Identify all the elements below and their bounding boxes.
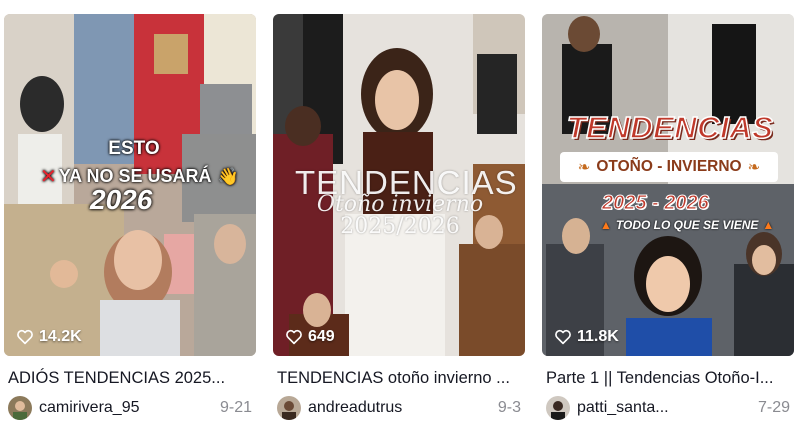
- overlay-line-1: TENDENCIAS: [566, 109, 774, 146]
- post-date: 7-29: [757, 399, 790, 416]
- video-thumbnail[interactable]: TENDENCIAS Otoño invierno 2025/2026 649: [273, 14, 525, 356]
- overlay-line-3: 2026: [90, 184, 153, 215]
- post-date: 9-21: [219, 399, 252, 416]
- video-title[interactable]: Parte 1 || Tendencias Otoño-I...: [542, 367, 787, 389]
- avatar[interactable]: [8, 396, 32, 420]
- overlay-line-3: 2025 - 2026: [602, 192, 710, 215]
- heart-icon: [555, 329, 571, 345]
- play-count: 649: [285, 328, 335, 346]
- fire-icon: ▲: [762, 218, 775, 232]
- username-link[interactable]: camirivera_95: [39, 399, 220, 417]
- heart-icon: [286, 329, 302, 345]
- video-title[interactable]: TENDENCIAS otoño invierno ...: [273, 367, 518, 389]
- heart-icon: [17, 329, 33, 345]
- post-date: 9-3: [497, 399, 521, 416]
- video-meta: camirivera_95 9-21: [4, 395, 256, 421]
- avatar[interactable]: [546, 396, 570, 420]
- play-count-value: 649: [308, 328, 335, 345]
- waving-hand-icon: 👋: [217, 166, 239, 186]
- video-meta: andreadutrus 9-3: [273, 395, 525, 421]
- video-thumbnail[interactable]: ESTO ✕ YA NO SE USARÁ 👋 2026 14.2K: [4, 14, 256, 356]
- video-card[interactable]: TENDENCIAS Otoño invierno 2025/2026 649 …: [273, 14, 525, 421]
- video-thumbnail[interactable]: TENDENCIAS ❧ OTOÑO - INVIERNO ❧ 2025 - 2…: [542, 14, 794, 356]
- play-count-value: 11.8K: [577, 328, 619, 345]
- overlay-line-2: ❧ OTOÑO - INVIERNO ❧: [560, 152, 778, 182]
- play-count: 14.2K: [16, 328, 82, 346]
- play-count: 11.8K: [554, 328, 619, 346]
- play-count-value: 14.2K: [39, 328, 82, 345]
- username-link[interactable]: patti_santa...: [577, 399, 758, 417]
- overlay-text: OTOÑO - INVIERNO: [596, 158, 742, 175]
- fire-icon: ▲: [600, 218, 612, 232]
- video-grid: ESTO ✕ YA NO SE USARÁ 👋 2026 14.2K ADIÓS…: [0, 0, 800, 430]
- cross-icon: ✕: [40, 166, 57, 188]
- video-card[interactable]: ESTO ✕ YA NO SE USARÁ 👋 2026 14.2K ADIÓS…: [4, 14, 256, 421]
- video-card[interactable]: TENDENCIAS ❧ OTOÑO - INVIERNO ❧ 2025 - 2…: [542, 14, 794, 421]
- video-title[interactable]: ADIÓS TENDENCIAS 2025...: [4, 367, 249, 389]
- leaf-icon: ❧: [747, 159, 761, 176]
- overlay-line-1: ESTO: [108, 138, 160, 159]
- overlay-line-4: ▲ TODO LO QUE SE VIENE ▲: [600, 218, 774, 232]
- username-link[interactable]: andreadutrus: [308, 399, 498, 417]
- thumbnail-image: [542, 14, 794, 356]
- overlay-line-3: 2025/2026: [340, 214, 460, 239]
- leaf-icon: ❧: [577, 159, 591, 176]
- video-meta: patti_santa... 7-29: [542, 395, 794, 421]
- overlay-text: TODO LO QUE SE VIENE: [615, 218, 759, 232]
- avatar[interactable]: [277, 396, 301, 420]
